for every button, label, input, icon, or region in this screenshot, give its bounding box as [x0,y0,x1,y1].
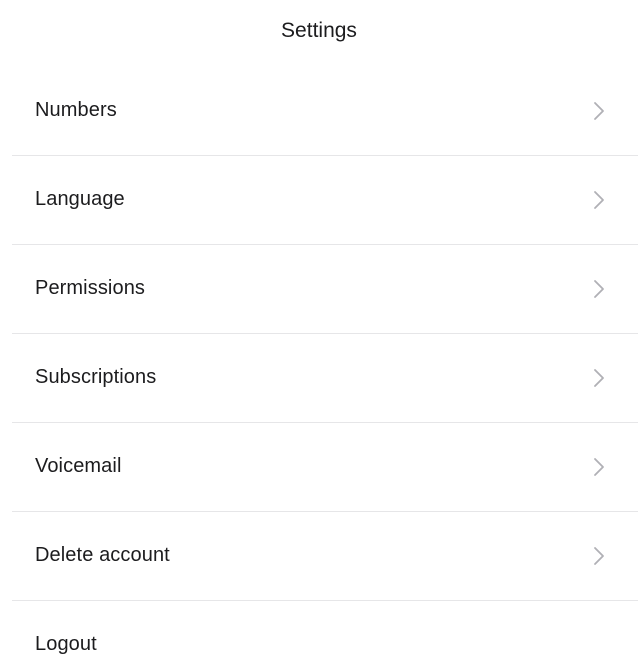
settings-list: Numbers Language Permissions Subscriptio… [0,66,638,657]
settings-item-label: Language [35,188,125,210]
settings-item-language[interactable]: Language [0,155,638,244]
settings-item-label: Numbers [35,99,117,121]
chevron-right-icon [588,100,610,122]
settings-item-label: Voicemail [35,455,122,477]
settings-screen: Settings Numbers Language Permissions Su… [0,0,638,657]
chevron-right-icon [588,367,610,389]
chevron-right-icon [588,456,610,478]
page-title: Settings [281,19,357,42]
chevron-right-icon [588,545,610,567]
navigation-bar: Settings [0,0,638,64]
chevron-right-icon [588,278,610,300]
settings-item-label: Permissions [35,277,146,299]
settings-item-voicemail[interactable]: Voicemail [0,422,638,511]
settings-item-label: Logout [35,633,97,655]
settings-item-subscriptions[interactable]: Subscriptions [0,333,638,422]
settings-item-label: Delete account [35,544,170,566]
settings-item-numbers[interactable]: Numbers [0,66,638,155]
settings-item-logout[interactable]: Logout [0,600,638,657]
settings-item-delete-account[interactable]: Delete account [0,511,638,600]
settings-item-label: Subscriptions [35,366,157,388]
settings-item-permissions[interactable]: Permissions [0,244,638,333]
chevron-right-icon [588,189,610,211]
